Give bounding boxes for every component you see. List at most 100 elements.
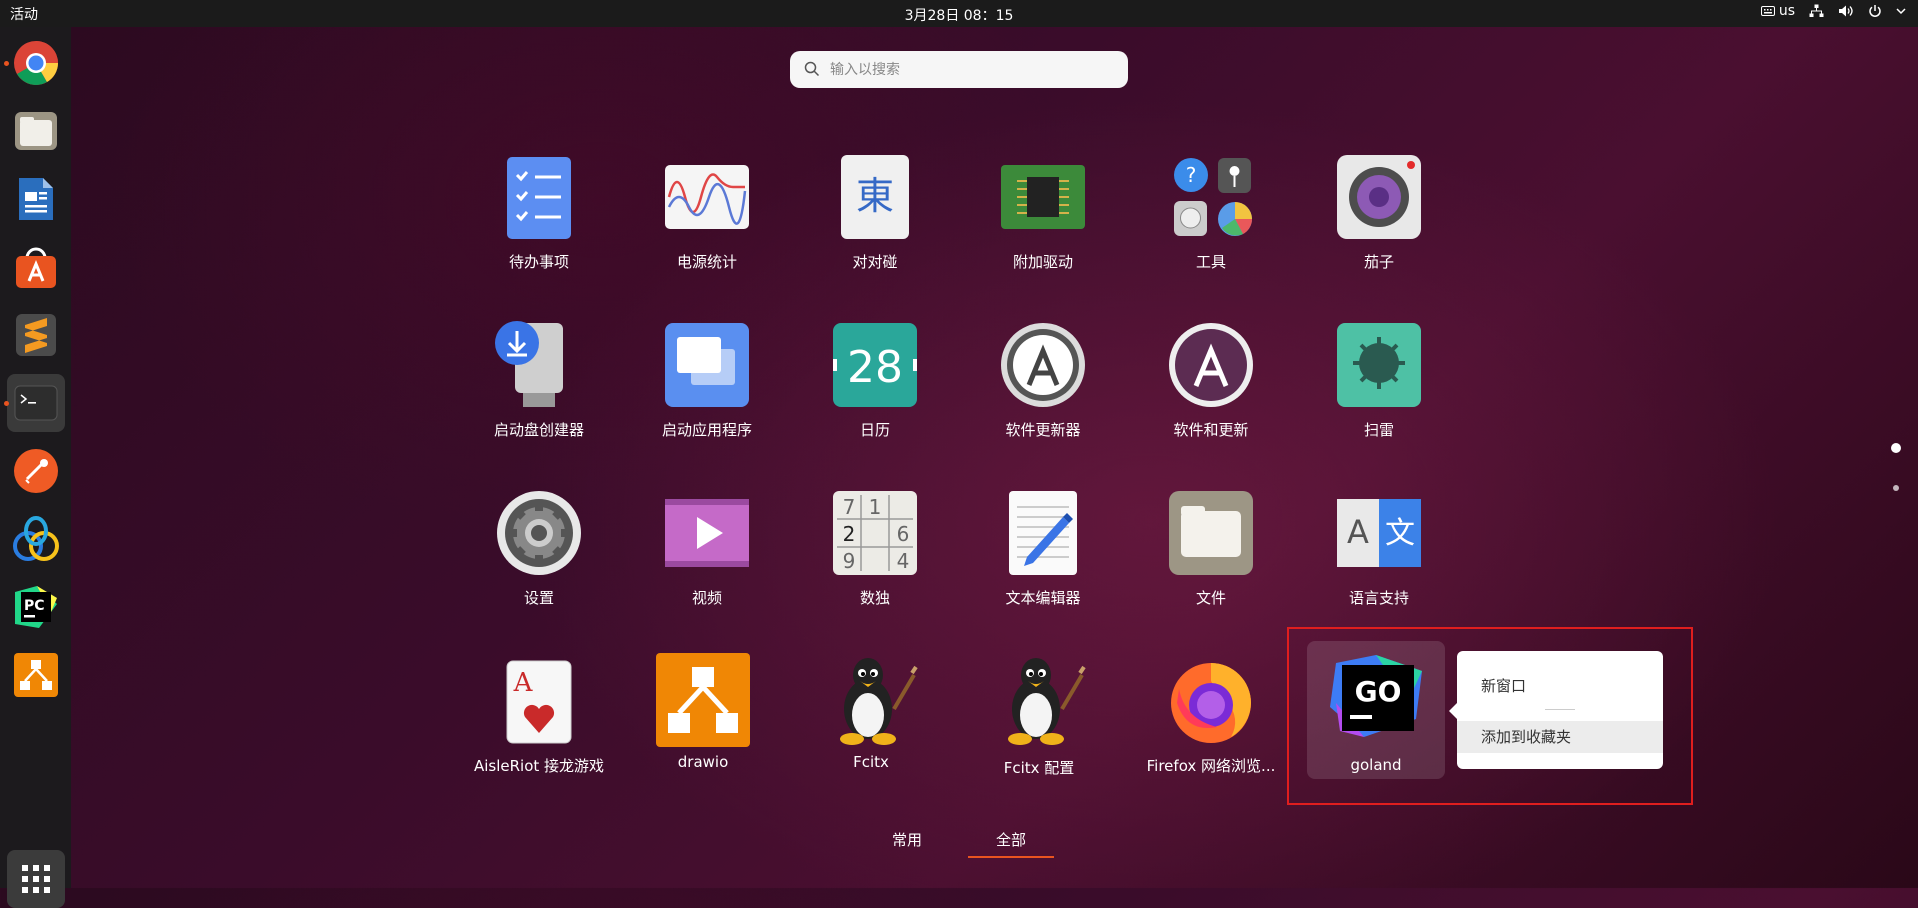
app-drawio[interactable]: drawio xyxy=(619,651,787,771)
drawio-icon xyxy=(14,653,58,697)
tux-penguin-icon xyxy=(840,658,918,745)
dock-item-postman[interactable] xyxy=(7,442,65,500)
menu-item-add-to-favorites[interactable]: 添加到收藏夹 xyxy=(1457,721,1663,753)
dock-item-writer[interactable] xyxy=(7,170,65,228)
app-videos[interactable]: 视频 xyxy=(623,487,791,608)
top-bar: 活动 3月28日 08：15 us xyxy=(0,0,1918,30)
app-todo[interactable]: 待办事项 xyxy=(455,151,623,272)
svg-text:PC: PC xyxy=(24,598,45,614)
dock-item-terminal[interactable] xyxy=(4,374,65,432)
terminal-icon xyxy=(14,385,58,421)
app-power-statistics[interactable]: 电源统计 xyxy=(623,151,791,272)
document-writer-icon xyxy=(19,178,53,220)
clock[interactable]: 3月28日 08：15 xyxy=(905,8,1014,24)
sudoku-cell: 2 xyxy=(843,522,856,546)
app-startup-applications[interactable]: 启动应用程序 xyxy=(623,319,791,440)
app-software-updater[interactable]: 软件更新器 xyxy=(959,319,1127,440)
app-files[interactable]: 文件 xyxy=(1127,487,1295,608)
firefox-icon xyxy=(1171,663,1251,743)
app-cheese[interactable]: 茄子 xyxy=(1295,151,1463,272)
app-language-support[interactable]: A文 语言支持 xyxy=(1295,487,1463,608)
app-goland[interactable]: GO goland xyxy=(1307,641,1445,779)
app-label: 文件 xyxy=(1195,589,1226,607)
language-glyph-a: A xyxy=(1347,513,1369,551)
app-aisleriot[interactable]: A AisleRiot 接龙游戏 xyxy=(455,655,623,776)
postman-icon xyxy=(14,449,58,493)
folder-icon xyxy=(15,112,57,150)
app-settings[interactable]: 设置 xyxy=(455,487,623,608)
page-indicator-1[interactable] xyxy=(1891,443,1901,453)
camera-icon xyxy=(1337,155,1421,239)
activities-button[interactable]: 活动 xyxy=(7,4,41,30)
app-text-editor[interactable]: 文本编辑器 xyxy=(959,487,1127,608)
app-label: 视频 xyxy=(691,589,722,607)
dock-item-drawio[interactable] xyxy=(7,646,65,704)
app-fcitx[interactable]: Fcitx xyxy=(787,651,955,771)
app-mines[interactable]: 扫雷 xyxy=(1295,319,1463,440)
drawio-icon xyxy=(656,653,750,747)
dock-item-sublime[interactable] xyxy=(7,306,65,364)
volume-icon[interactable] xyxy=(1838,4,1854,18)
dock: PC xyxy=(0,27,71,908)
app-label: AisleRiot 接龙游戏 xyxy=(473,757,605,775)
running-indicator xyxy=(4,61,9,66)
pycharm-icon: PC xyxy=(15,586,57,628)
show-applications-button[interactable] xyxy=(7,850,65,908)
tab-all[interactable]: 全部 xyxy=(967,829,1055,858)
software-updater-icon xyxy=(1001,323,1085,407)
page-indicator-2[interactable] xyxy=(1893,485,1899,491)
mahjong-tile-icon: 東 xyxy=(841,155,909,239)
utilities-folder-icon: ? xyxy=(1174,158,1252,236)
app-label: 软件更新器 xyxy=(1005,421,1081,439)
app-software-properties[interactable]: 软件和更新 xyxy=(1127,319,1295,440)
tab-frequent[interactable]: 常用 xyxy=(892,829,922,850)
app-additional-drivers[interactable]: 附加驱动 xyxy=(959,151,1127,272)
playing-card-icon: A xyxy=(506,660,572,744)
search-input[interactable] xyxy=(828,57,1112,83)
dock-item-pycharm[interactable]: PC xyxy=(7,578,65,636)
app-fcitx-config[interactable]: Fcitx 配置 xyxy=(955,651,1123,778)
menu-item-new-window[interactable]: 新窗口 xyxy=(1457,670,1663,702)
chevron-down-icon[interactable] xyxy=(1896,7,1906,15)
app-sudoku[interactable]: 7 1 2 6 9 4 数独 xyxy=(791,487,959,608)
app-label: Firefox 网络浏览... xyxy=(1146,757,1276,775)
app-label: 电源统计 xyxy=(676,253,737,271)
app-label: goland xyxy=(1350,756,1402,774)
sudoku-cell: 7 xyxy=(843,495,856,519)
app-label: 茄子 xyxy=(1363,253,1394,271)
power-icon[interactable] xyxy=(1868,4,1882,18)
goland-glyph: GO xyxy=(1355,675,1402,708)
dock-item-software[interactable] xyxy=(7,238,65,296)
system-tray[interactable]: us xyxy=(1760,3,1906,19)
app-startup-disk-creator[interactable]: 启动盘创建器 xyxy=(455,319,623,440)
search-icon xyxy=(804,61,820,77)
dock-item-chrome[interactable] xyxy=(4,34,65,92)
network-icon[interactable] xyxy=(1809,4,1824,18)
dock-item-navicat[interactable] xyxy=(7,510,65,568)
chip-icon xyxy=(1001,165,1085,229)
app-label: 待办事项 xyxy=(508,253,569,271)
sudoku-cell: 6 xyxy=(897,522,910,546)
language-icon: A文 xyxy=(1337,499,1421,567)
search-bar[interactable] xyxy=(790,51,1128,88)
mine-icon xyxy=(1337,323,1421,407)
startup-applications-icon xyxy=(665,323,749,407)
app-mahjongg[interactable]: 東 对对碰 xyxy=(791,151,959,272)
app-label: 启动盘创建器 xyxy=(493,421,584,439)
svg-text:?: ? xyxy=(1186,163,1197,187)
keyboard-icon xyxy=(1760,6,1775,16)
software-store-icon xyxy=(16,247,56,288)
app-label: 扫雷 xyxy=(1363,421,1394,439)
context-menu: 新窗口 添加到收藏夹 xyxy=(1449,651,1663,769)
software-properties-icon xyxy=(1169,323,1253,407)
keyboard-layout-indicator[interactable]: us xyxy=(1760,3,1795,19)
app-firefox[interactable]: Firefox 网络浏览... xyxy=(1127,655,1295,776)
app-label: drawio xyxy=(677,753,729,771)
keyboard-layout-label: us xyxy=(1778,3,1795,19)
app-label: Fcitx 配置 xyxy=(1003,759,1075,777)
dock-item-files[interactable] xyxy=(7,102,65,160)
goland-icon-wrap: GO xyxy=(1322,653,1430,739)
app-utilities-folder[interactable]: ? 工具 xyxy=(1127,151,1295,272)
app-calendar[interactable]: 28 日历 xyxy=(791,319,959,440)
folder-icon xyxy=(1169,491,1253,575)
